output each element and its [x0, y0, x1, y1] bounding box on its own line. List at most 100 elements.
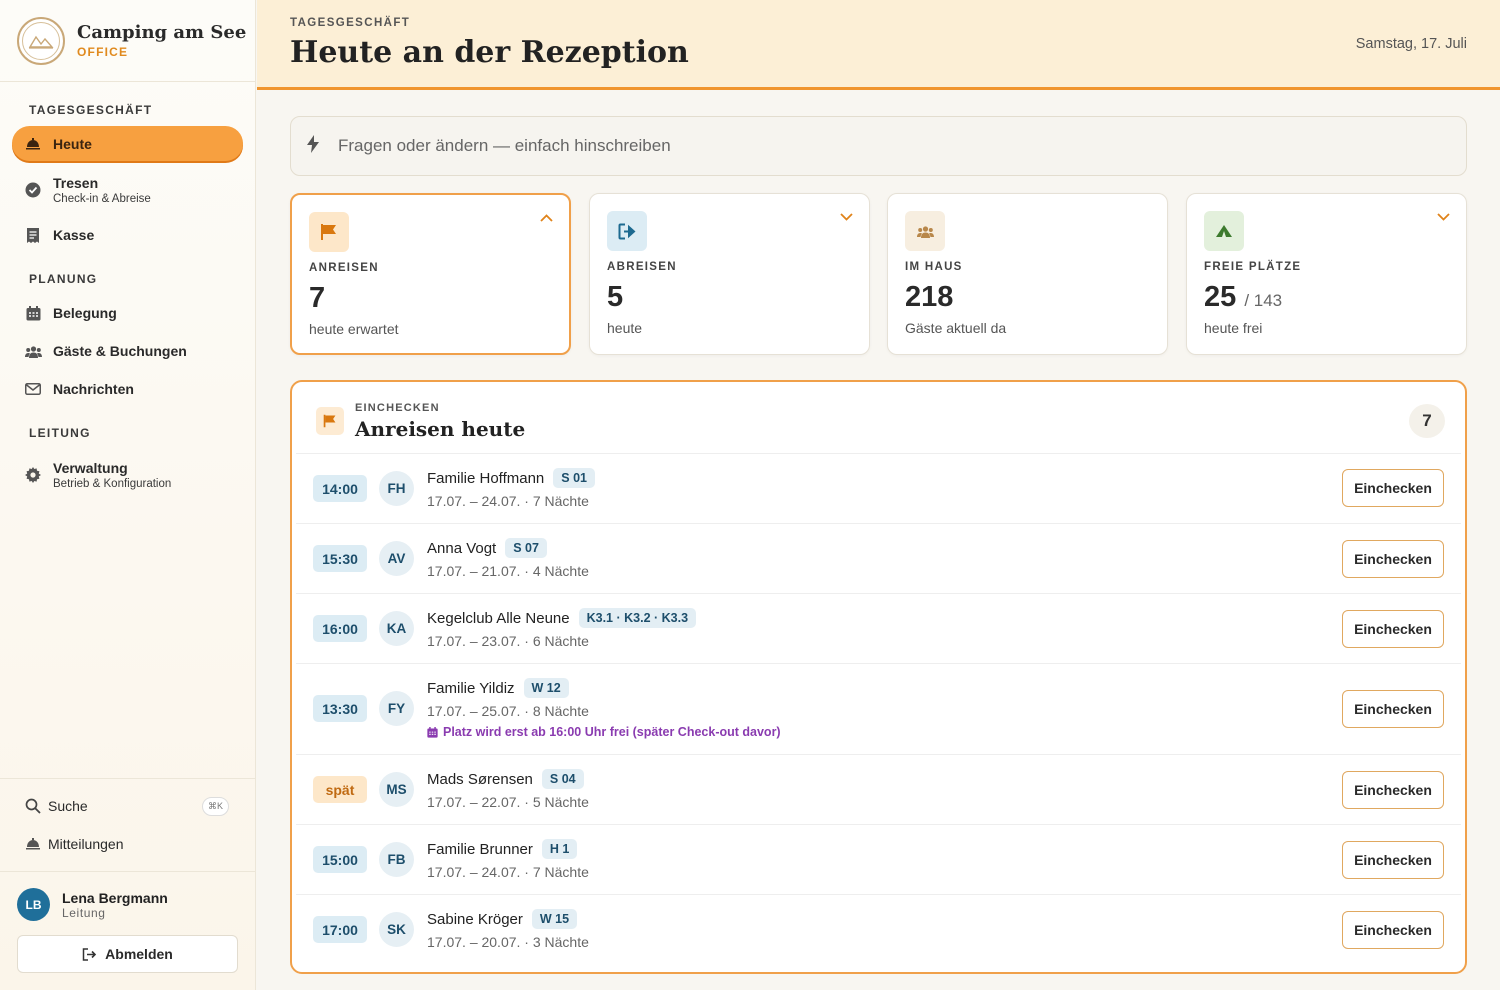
sidebar-item-label: Belegung [53, 305, 117, 321]
sidebar-item-nachrichten[interactable]: Nachrichten [12, 378, 243, 400]
guest-initials: AV [379, 541, 414, 576]
checkin-button[interactable]: Einchecken [1342, 610, 1444, 648]
user-name: Lena Bergmann [62, 889, 168, 906]
sidebar-item-gaeste[interactable]: Gäste & Buchungen [12, 340, 243, 362]
mail-icon [24, 380, 42, 398]
logo [17, 16, 65, 65]
flag-icon [309, 212, 349, 252]
command-input[interactable] [338, 136, 1438, 156]
pitch-badge: K3.1 · K3.2 · K3.3 [578, 608, 697, 628]
checkin-button[interactable]: Einchecken [1342, 690, 1444, 728]
guest-initials: KA [379, 611, 414, 646]
stat-note: Gäste aktuell da [905, 320, 1007, 336]
sidebar-item-kasse[interactable]: Kasse [12, 224, 243, 246]
calendar-icon [427, 726, 438, 738]
receipt-icon [24, 226, 42, 244]
bell-icon [24, 835, 42, 853]
table-row[interactable]: spät MS Mads Sørensen S 04 17.07. – 22.07… [296, 755, 1461, 825]
sidebar-item-sub: Betrieb & Konfiguration [53, 478, 172, 490]
table-row[interactable]: 15:00 FB Familie Brunner H 1 17.07. – 24.… [296, 825, 1461, 895]
table-row[interactable]: 13:30 FY Familie Yildiz W 12 17.07. – 25.… [296, 664, 1461, 755]
sidebar-item-tresen[interactable]: Tresen Check-in & Abreise [12, 172, 243, 208]
search-label: Suche [48, 798, 88, 814]
chevron-up-icon[interactable] [540, 209, 553, 225]
sidebar-item-label: Tresen [53, 175, 99, 191]
logout-label: Abmelden [105, 946, 173, 962]
sidebar-item-verwaltung[interactable]: Verwaltung Betrieb & Konfiguration [12, 457, 243, 493]
stat-note: heute erwartet [309, 321, 399, 337]
logout-button[interactable]: Abmelden [17, 935, 238, 973]
gear-icon [24, 466, 42, 484]
guest-name: Sabine Kröger W 15 [427, 909, 578, 929]
table-row[interactable]: 14:00 FH Familie Hoffmann S 01 17.07. – 2… [296, 454, 1461, 524]
guest-name: Familie Hoffmann S 01 [427, 468, 595, 488]
arrivals-title: Anreisen heute [355, 417, 526, 441]
checkin-button[interactable]: Einchecken [1342, 771, 1444, 809]
avatar: LB [17, 888, 50, 921]
stat-note: heute frei [1204, 320, 1263, 336]
stat-card-anreisen[interactable]: ANREISEN 7 heute erwartet [290, 193, 571, 355]
flag-icon [316, 407, 344, 435]
table-row[interactable]: 15:30 AV Anna Vogt S 07 17.07. – 21.07. ·… [296, 524, 1461, 594]
stat-total: / 143 [1244, 291, 1283, 310]
availability-warning: Platz wird erst ab 16:00 Uhr frei (späte… [427, 725, 781, 739]
stat-card-freie-plaetze[interactable]: FREIE PLÄTZE 25 / 143 heute frei [1186, 193, 1467, 355]
guest-initials: SK [379, 912, 414, 947]
search-shortcut-badge: ⌘K [201, 797, 229, 816]
sidebar-item-heute[interactable]: Heute [12, 126, 243, 161]
checkin-button[interactable]: Einchecken [1342, 540, 1444, 578]
guest-initials: FB [379, 842, 414, 877]
stat-card-abreisen[interactable]: ABREISEN 5 heute [589, 193, 870, 355]
checkin-button[interactable]: Einchecken [1342, 469, 1444, 507]
table-row[interactable]: 16:00 KA Kegelclub Alle Neune K3.1 · K3.2… [296, 594, 1461, 664]
lightning-icon [306, 134, 320, 158]
exit-icon [607, 211, 647, 251]
sidebar-item-belegung[interactable]: Belegung [12, 302, 243, 324]
guest-initials: FY [379, 691, 414, 726]
sidebar: Camping am See OFFICE TAGESGESCHÄFT Heut… [0, 0, 256, 990]
arrivals-eyebrow: EINCHECKEN [355, 402, 440, 414]
arrival-time: 15:30 [313, 545, 367, 572]
logout-icon [82, 947, 97, 961]
tent-icon [1204, 211, 1244, 251]
sidebar-item-label: Gäste & Buchungen [53, 343, 187, 359]
pitch-badge: S 07 [505, 538, 547, 558]
stat-value: 5 [607, 281, 624, 313]
user-profile[interactable]: LB Lena Bergmann Leitung [17, 888, 168, 921]
checkin-button[interactable]: Einchecken [1342, 911, 1444, 949]
header-eyebrow: TAGESGESCHÄFT [290, 17, 411, 29]
stat-label: FREIE PLÄTZE [1204, 261, 1302, 273]
pitch-badge: H 1 [541, 839, 578, 859]
sidebar-item-label: Nachrichten [53, 381, 134, 397]
checkin-button[interactable]: Einchecken [1342, 841, 1444, 879]
arrival-time: 15:00 [313, 846, 367, 873]
page-header: TAGESGESCHÄFT Heute an der Rezeption Sam… [257, 0, 1500, 90]
table-row[interactable]: 17:00 SK Sabine Kröger W 15 17.07. – 20.0… [296, 895, 1461, 967]
arrivals-count-badge: 7 [1409, 404, 1445, 438]
stat-value: 25 / 143 [1204, 281, 1283, 313]
chevron-down-icon[interactable] [840, 208, 853, 224]
arrival-time: 17:00 [313, 916, 367, 943]
brand: Camping am See OFFICE [0, 0, 255, 82]
chevron-down-icon[interactable] [1437, 208, 1450, 224]
guest-name: Familie Brunner H 1 [427, 839, 578, 859]
stay-dates: 17.07. – 25.07. · 8 Nächte [427, 703, 589, 719]
calendar-icon [24, 304, 42, 322]
bell-icon [24, 135, 42, 153]
pitch-badge: W 12 [523, 678, 569, 698]
arrival-time: 13:30 [313, 695, 367, 722]
stay-dates: 17.07. – 20.07. · 3 Nächte [427, 934, 589, 950]
sidebar-item-label: Kasse [53, 227, 95, 243]
search-icon [24, 797, 42, 815]
arrival-time: spät [313, 776, 367, 803]
guest-initials: FH [379, 471, 414, 506]
sidebar-notifications[interactable]: Mitteilungen [12, 833, 243, 855]
stat-value: 7 [309, 282, 326, 314]
command-bar[interactable] [290, 116, 1467, 176]
app-sub: OFFICE [77, 45, 129, 59]
sidebar-item-label: Verwaltung [53, 460, 128, 476]
stay-dates: 17.07. – 24.07. · 7 Nächte [427, 493, 589, 509]
divider [0, 778, 256, 779]
stay-dates: 17.07. – 24.07. · 7 Nächte [427, 864, 589, 880]
current-date: Samstag, 17. Juli [1355, 36, 1467, 52]
